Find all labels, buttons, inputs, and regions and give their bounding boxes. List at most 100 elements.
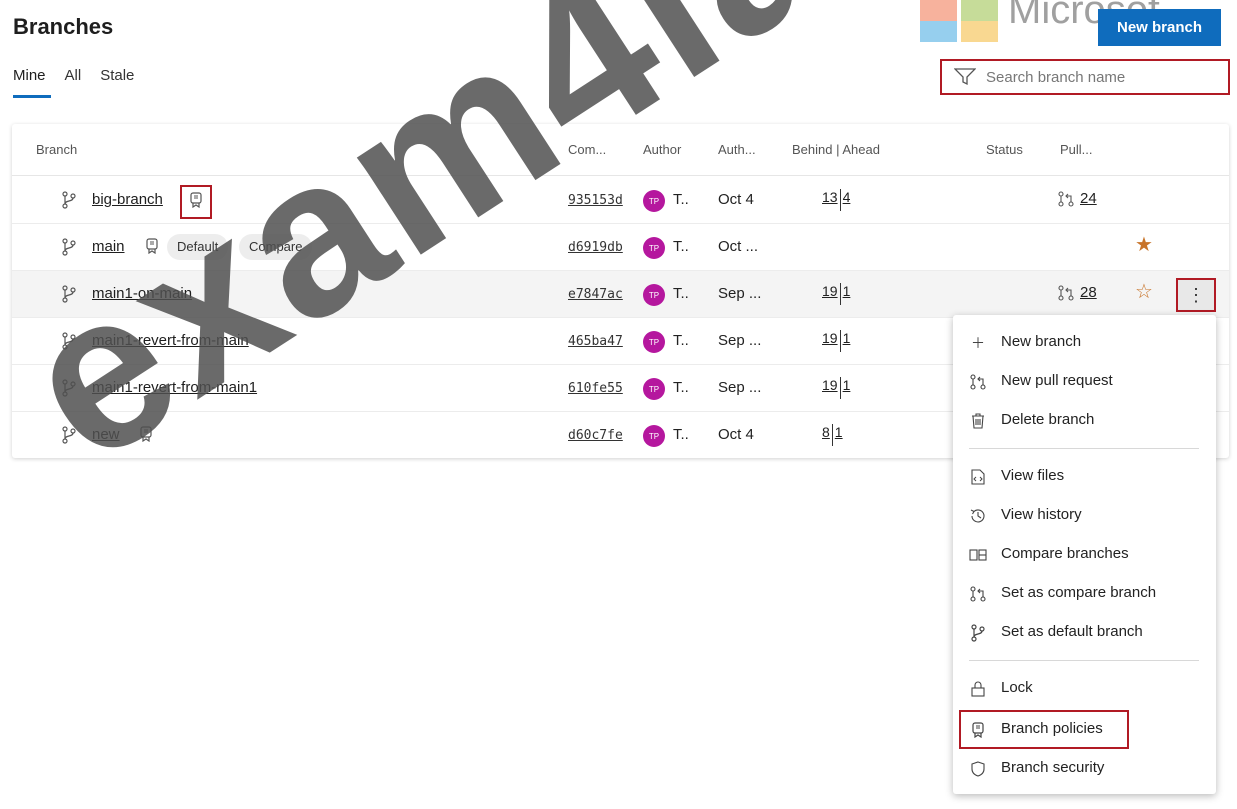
branch-name-link[interactable]: main1-revert-from-main1 xyxy=(92,379,257,396)
ahead-count: 1 xyxy=(842,330,851,346)
pull-request-link[interactable]: 24 xyxy=(1058,190,1097,207)
commit-link[interactable]: d6919db xyxy=(568,240,623,255)
menu-item-set-as-default-branch[interactable]: Set as default branch xyxy=(953,615,1216,649)
branch-name-link[interactable]: new xyxy=(92,426,120,443)
plus-icon: ＋ xyxy=(971,335,985,351)
pull-request-icon xyxy=(969,585,987,603)
policy-icon xyxy=(140,426,152,442)
behind-ahead[interactable]: 81 xyxy=(822,424,843,446)
pull-request-link[interactable]: 28 xyxy=(1058,284,1097,301)
tab-stale[interactable]: Stale xyxy=(100,67,134,98)
commit-link[interactable]: d60c7fe xyxy=(568,428,623,443)
pull-request-icon xyxy=(1058,190,1074,207)
column-header-pull[interactable]: Pull... xyxy=(1060,142,1093,157)
menu-separator xyxy=(969,660,1199,661)
author-name: T.. xyxy=(673,426,689,443)
menu-item-label: Branch policies xyxy=(1001,720,1103,737)
menu-item-set-as-compare-branch[interactable]: Set as compare branch xyxy=(953,576,1216,610)
menu-item-label: Compare branches xyxy=(1001,545,1129,562)
menu-item-branch-policies[interactable]: Branch policies xyxy=(953,712,1216,746)
table-row[interactable]: main1-on-main e7847ac TP T.. Sep ... 19 1… xyxy=(12,271,1229,318)
table-row[interactable]: main Default Compare d6919db TP T.. Oct … xyxy=(12,224,1229,271)
branch-icon xyxy=(62,238,76,256)
policy-icon xyxy=(190,192,202,208)
column-header-commit[interactable]: Com... xyxy=(568,142,606,157)
search-input[interactable] xyxy=(986,68,1226,86)
pull-request-count: 24 xyxy=(1080,190,1097,207)
pull-request-icon xyxy=(1058,284,1074,301)
ahead-count: 1 xyxy=(834,424,843,440)
commit-link[interactable]: 935153d xyxy=(568,193,623,208)
more-options-button[interactable]: ⋮ xyxy=(1176,278,1216,312)
tab-mine[interactable]: Mine xyxy=(13,67,51,98)
menu-item-delete-branch[interactable]: Delete branch xyxy=(953,403,1216,437)
branch-context-menu: ＋ New branch New pull request Delete bra… xyxy=(953,315,1216,794)
behind-count: 19 xyxy=(822,330,838,346)
branch-name-link[interactable]: main1-on-main xyxy=(92,285,192,302)
behind-ahead-divider xyxy=(839,330,841,352)
pull-request-icon xyxy=(969,373,987,391)
author-name: T.. xyxy=(673,332,689,349)
behind-ahead-divider xyxy=(839,283,841,305)
menu-item-label: Lock xyxy=(1001,679,1033,696)
authored-date: Oct 4 xyxy=(718,191,754,208)
behind-ahead[interactable]: 19 1 xyxy=(822,377,850,399)
menu-item-label: View history xyxy=(1001,506,1082,523)
author-name: T.. xyxy=(673,238,689,255)
column-header-status[interactable]: Status xyxy=(986,142,1023,157)
branch-name-link[interactable]: big-branch xyxy=(92,191,163,208)
filter-icon xyxy=(954,68,976,86)
policy-icon xyxy=(146,238,158,254)
menu-item-lock[interactable]: Lock xyxy=(953,671,1216,705)
table-row[interactable]: big-branch 935153d TP T.. Oct 4 13 4 24 xyxy=(12,177,1229,224)
avatar: TP xyxy=(643,425,665,447)
behind-ahead[interactable]: 13 4 xyxy=(822,189,850,211)
behind-count: 19 xyxy=(822,377,838,393)
new-branch-button[interactable]: New branch xyxy=(1098,9,1221,46)
favorite-star-icon[interactable]: ☆ xyxy=(1135,282,1153,302)
commit-link[interactable]: 465ba47 xyxy=(568,334,623,349)
policy-icon xyxy=(969,721,987,739)
branch-name-link[interactable]: main xyxy=(92,238,125,255)
authored-date: Sep ... xyxy=(718,332,762,349)
menu-item-view-history[interactable]: View history xyxy=(953,498,1216,532)
avatar: TP xyxy=(643,331,665,353)
avatar: TP xyxy=(643,378,665,400)
compare-icon xyxy=(969,546,987,564)
file-code-icon xyxy=(969,468,987,486)
column-header-behind-ahead[interactable]: Behind | Ahead xyxy=(792,142,880,157)
menu-item-new-branch[interactable]: ＋ New branch xyxy=(953,325,1216,359)
behind-ahead[interactable]: 19 1 xyxy=(822,283,850,305)
pull-request-count: 28 xyxy=(1080,284,1097,301)
menu-item-label: View files xyxy=(1001,467,1065,484)
column-header-authored[interactable]: Auth... xyxy=(718,142,756,157)
branch-icon xyxy=(62,426,76,444)
avatar: TP xyxy=(643,237,665,259)
menu-separator xyxy=(969,448,1199,449)
menu-item-compare-branches[interactable]: Compare branches xyxy=(953,537,1216,571)
menu-item-label: Set as compare branch xyxy=(1001,584,1157,601)
commit-link[interactable]: 610fe55 xyxy=(568,381,623,396)
compare-badge: Compare xyxy=(239,234,313,260)
menu-item-branch-security[interactable]: Branch security xyxy=(953,751,1216,785)
author-name: T.. xyxy=(673,379,689,396)
commit-link[interactable]: e7847ac xyxy=(568,287,623,302)
menu-item-label: Delete branch xyxy=(1001,411,1095,428)
menu-item-label: Branch security xyxy=(1001,759,1105,776)
branch-icon xyxy=(969,624,987,642)
branch-icon xyxy=(62,285,76,303)
branch-tabs: Mine All Stale xyxy=(13,67,153,98)
column-header-author[interactable]: Author xyxy=(643,142,681,157)
tab-all[interactable]: All xyxy=(65,67,82,98)
column-header-branch[interactable]: Branch xyxy=(36,142,77,157)
menu-item-new-pull-request[interactable]: New pull request xyxy=(953,364,1216,398)
trash-icon xyxy=(969,412,987,430)
branch-name-link[interactable]: main1-revert-from-main xyxy=(92,332,249,349)
favorite-star-icon[interactable]: ★ xyxy=(1135,235,1153,255)
authored-date: Oct ... xyxy=(718,238,759,255)
menu-item-view-files[interactable]: View files xyxy=(953,459,1216,493)
search-box xyxy=(940,59,1230,95)
history-icon xyxy=(969,507,987,525)
behind-ahead-divider xyxy=(839,377,841,399)
behind-ahead[interactable]: 19 1 xyxy=(822,330,850,352)
